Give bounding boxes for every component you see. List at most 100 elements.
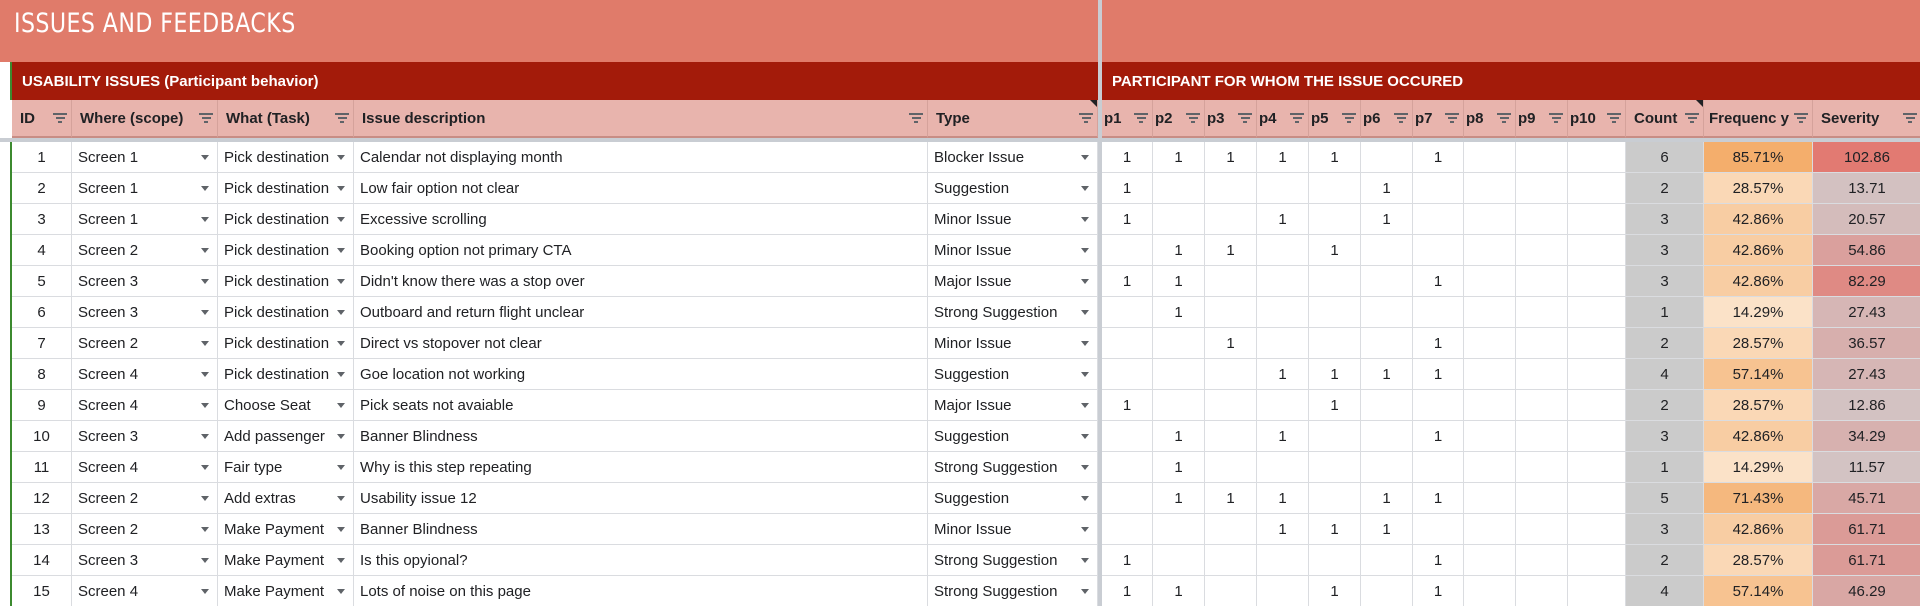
cell-id[interactable]: 6 [12,297,72,328]
cell-id[interactable]: 7 [12,328,72,359]
cell-p9[interactable] [1516,328,1568,359]
cell-count[interactable]: 4 [1626,576,1704,606]
cell-p8[interactable] [1464,204,1516,235]
cell-p10[interactable] [1568,328,1626,359]
cell-frequency[interactable]: 28.57% [1704,328,1813,359]
cell-count[interactable]: 5 [1626,483,1704,514]
chevron-down-icon[interactable] [1081,310,1089,315]
cell-p1[interactable]: 1 [1102,266,1153,297]
cell-p10[interactable] [1568,421,1626,452]
cell-p9[interactable] [1516,576,1568,606]
cell-p5[interactable] [1309,328,1361,359]
chevron-down-icon[interactable] [201,248,209,253]
cell-severity[interactable]: 54.86 [1813,235,1920,266]
cell-p4[interactable]: 1 [1257,204,1309,235]
cell-p8[interactable] [1464,142,1516,173]
cell-p9[interactable] [1516,204,1568,235]
chevron-down-icon[interactable] [1081,558,1089,563]
cell-what[interactable]: Make Payment [218,514,354,545]
cell-count[interactable]: 3 [1626,421,1704,452]
cell-id[interactable]: 15 [12,576,72,606]
header-p6[interactable]: p6 [1361,100,1413,138]
filter-icon[interactable] [1903,113,1917,123]
cell-p3[interactable] [1205,452,1257,483]
chevron-down-icon[interactable] [201,527,209,532]
cell-frequency[interactable]: 28.57% [1704,390,1813,421]
cell-p7[interactable]: 1 [1413,328,1464,359]
cell-p2[interactable]: 1 [1153,576,1205,606]
cell-severity[interactable]: 46.29 [1813,576,1920,606]
cell-type[interactable]: Major Issue [928,266,1098,297]
chevron-down-icon[interactable] [1081,279,1089,284]
cell-where[interactable]: Screen 3 [72,297,218,328]
filter-icon[interactable] [1342,113,1356,123]
cell-what[interactable]: Pick destination [218,359,354,390]
cell-type[interactable]: Minor Issue [928,235,1098,266]
cell-frequency[interactable]: 42.86% [1704,235,1813,266]
filter-icon[interactable] [53,113,67,123]
cell-p2[interactable] [1153,390,1205,421]
filter-icon[interactable] [1445,113,1459,123]
cell-p10[interactable] [1568,545,1626,576]
cell-p7[interactable] [1413,235,1464,266]
cell-count[interactable]: 6 [1626,142,1704,173]
header-where[interactable]: Where (scope) [72,100,218,138]
cell-id[interactable]: 12 [12,483,72,514]
cell-p7[interactable]: 1 [1413,421,1464,452]
cell-type[interactable]: Minor Issue [928,328,1098,359]
cell-p3[interactable] [1205,390,1257,421]
cell-p6[interactable] [1361,421,1413,452]
cell-p7[interactable] [1413,173,1464,204]
cell-where[interactable]: Screen 3 [72,545,218,576]
cell-p5[interactable]: 1 [1309,142,1361,173]
cell-where[interactable]: Screen 2 [72,328,218,359]
cell-severity[interactable]: 82.29 [1813,266,1920,297]
cell-type[interactable]: Suggestion [928,421,1098,452]
cell-p6[interactable] [1361,297,1413,328]
cell-count[interactable]: 3 [1626,514,1704,545]
table-row[interactable]: 11 Screen 4 Fair type Why is this step repe… [0,452,1920,483]
cell-p2[interactable]: 1 [1153,297,1205,328]
header-p3[interactable]: p3 [1205,100,1257,138]
cell-p10[interactable] [1568,452,1626,483]
chevron-down-icon[interactable] [1081,248,1089,253]
cell-where[interactable]: Screen 4 [72,452,218,483]
chevron-down-icon[interactable] [1081,403,1089,408]
cell-count[interactable]: 4 [1626,359,1704,390]
cell-severity[interactable]: 36.57 [1813,328,1920,359]
cell-severity[interactable]: 45.71 [1813,483,1920,514]
cell-id[interactable]: 3 [12,204,72,235]
cell-p8[interactable] [1464,545,1516,576]
cell-severity[interactable]: 27.43 [1813,297,1920,328]
cell-p4[interactable]: 1 [1257,142,1309,173]
chevron-down-icon[interactable] [1081,589,1089,594]
cell-p10[interactable] [1568,483,1626,514]
filter-icon[interactable] [1794,113,1808,123]
cell-p10[interactable] [1568,514,1626,545]
cell-frequency[interactable]: 42.86% [1704,266,1813,297]
cell-id[interactable]: 13 [12,514,72,545]
cell-p8[interactable] [1464,297,1516,328]
cell-p6[interactable] [1361,576,1413,606]
cell-id[interactable]: 8 [12,359,72,390]
cell-where[interactable]: Screen 1 [72,173,218,204]
cell-p3[interactable]: 1 [1205,142,1257,173]
header-id[interactable]: ID [12,100,72,138]
filter-icon[interactable] [1549,113,1563,123]
cell-p2[interactable] [1153,545,1205,576]
cell-p7[interactable]: 1 [1413,576,1464,606]
cell-p10[interactable] [1568,390,1626,421]
cell-severity[interactable]: 20.57 [1813,204,1920,235]
cell-type[interactable]: Strong Suggestion [928,545,1098,576]
cell-count[interactable]: 2 [1626,173,1704,204]
cell-count[interactable]: 2 [1626,328,1704,359]
table-row[interactable]: 1 Screen 1 Pick destination Calendar not di… [0,142,1920,173]
cell-p1[interactable]: 1 [1102,204,1153,235]
header-count[interactable]: Count [1626,100,1704,138]
cell-p3[interactable] [1205,173,1257,204]
cell-p1[interactable] [1102,483,1153,514]
cell-p5[interactable] [1309,421,1361,452]
cell-p9[interactable] [1516,514,1568,545]
filter-icon[interactable] [1497,113,1511,123]
chevron-down-icon[interactable] [201,496,209,501]
